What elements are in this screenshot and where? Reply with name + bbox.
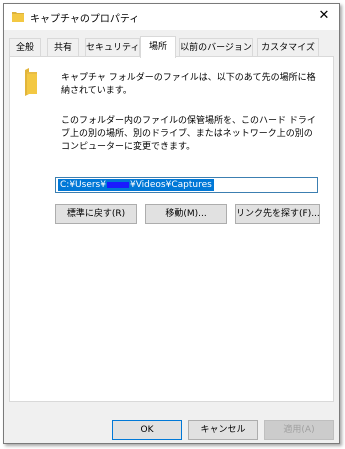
tab-strip: 全般 共有 セキュリティ 場所 以前のバージョン カスタマイズ xyxy=(9,36,334,58)
folder-icon xyxy=(12,12,24,22)
path-selection: C:¥Users¥ ¥Videos¥Captures xyxy=(58,179,214,191)
cancel-button[interactable]: キャンセル xyxy=(188,420,258,440)
location-description: キャプチャ フォルダーのファイルは、以下のあて先の場所に格納されています。 xyxy=(61,73,316,96)
restore-default-button[interactable]: 標準に戻す(R) xyxy=(55,204,137,224)
path-suffix: ¥Videos¥Captures xyxy=(129,180,212,190)
tab-location[interactable]: 場所 xyxy=(140,36,176,58)
tab-previous-versions[interactable]: 以前のバージョン xyxy=(179,38,253,56)
tab-security[interactable]: セキュリティ xyxy=(85,38,140,56)
tab-customize[interactable]: カスタマイズ xyxy=(257,38,319,56)
tab-general[interactable]: 全般 xyxy=(9,38,41,56)
title-bar: キャプチャのプロパティ ✕ xyxy=(4,4,339,30)
ok-button[interactable]: OK xyxy=(112,420,182,440)
location-panel: キャプチャ フォルダーのファイルは、以下のあて先の場所に格納されています。 この… xyxy=(9,56,334,402)
tab-sharing[interactable]: 共有 xyxy=(47,38,79,56)
close-button[interactable]: ✕ xyxy=(309,4,339,28)
dialog-footer: OK キャンセル 適用(A) xyxy=(4,410,339,443)
folder-path-field[interactable]: C:¥Users¥ ¥Videos¥Captures xyxy=(55,177,318,193)
properties-dialog: キャプチャのプロパティ ✕ 全般 共有 セキュリティ 場所 以前のバージョン カ… xyxy=(3,3,340,444)
move-button[interactable]: 移動(M)... xyxy=(145,204,227,224)
move-description: このフォルダー内のファイルの保管場所を、このハード ドライブ上の別の場所、別のド… xyxy=(61,116,316,152)
window-title: キャプチャのプロパティ xyxy=(30,14,140,25)
folder-icon xyxy=(25,68,37,96)
redacted-username xyxy=(106,181,129,188)
dialog-client: 全般 共有 セキュリティ 場所 以前のバージョン カスタマイズ キャプチャ フォ… xyxy=(4,30,339,443)
find-target-button[interactable]: リンク先を探す(F)... xyxy=(235,204,320,224)
apply-button[interactable]: 適用(A) xyxy=(264,420,334,440)
path-prefix: C:¥Users¥ xyxy=(60,180,106,190)
